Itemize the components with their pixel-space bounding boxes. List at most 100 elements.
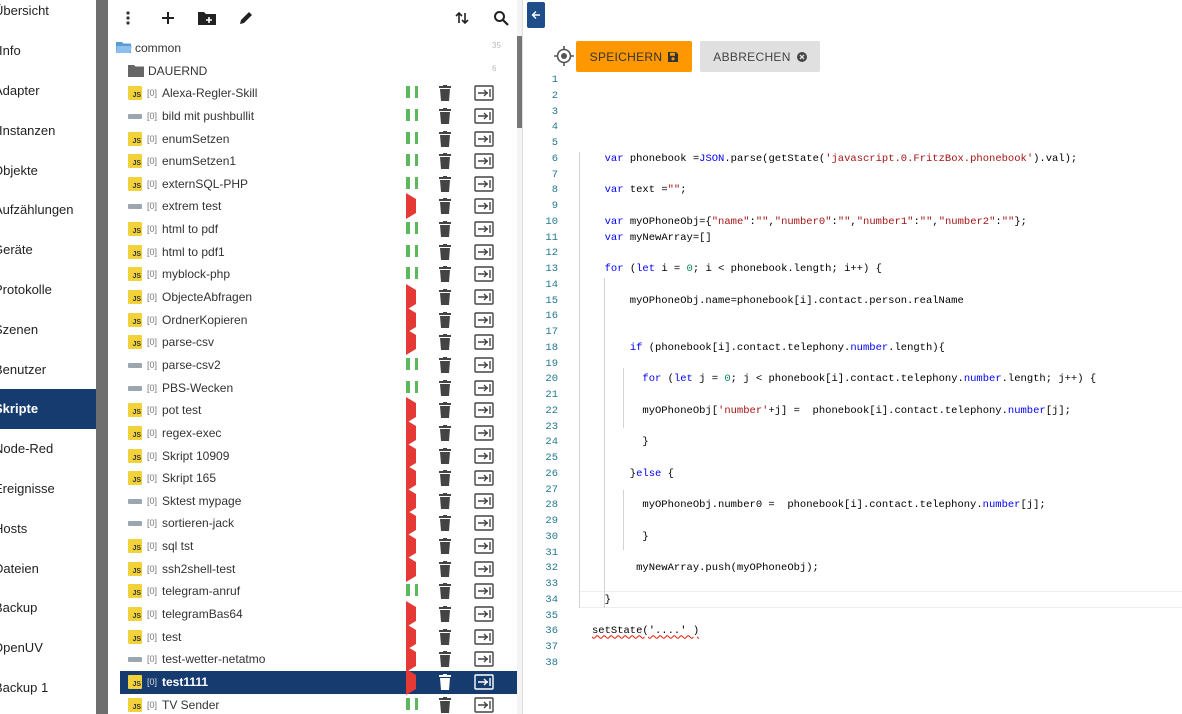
nav-item[interactable]: Adapter [0,71,96,111]
delete-icon[interactable] [438,130,452,147]
script-row[interactable]: [0] Sktest mypage [108,487,518,514]
play-icon[interactable] [406,397,418,424]
script-row[interactable]: JS [0] ssh2shell-test [108,555,518,582]
delete-icon[interactable] [438,538,452,555]
move-icon[interactable] [474,493,494,509]
play-icon[interactable] [406,555,418,582]
script-row[interactable]: JS [0] regex-exec [108,419,518,446]
nav-item[interactable]: Geräte [0,230,96,270]
move-icon[interactable] [474,130,494,147]
script-row[interactable]: JS [0] parse-csv [108,329,518,356]
pause-icon[interactable] [406,108,418,123]
script-row[interactable]: [0] PBS-Wecken [108,377,518,400]
nav-item[interactable]: Ereignisse [0,469,96,509]
move-icon[interactable] [474,515,494,532]
script-row[interactable]: JS [0] pot test [108,397,518,424]
move-icon[interactable] [474,674,494,690]
delete-icon[interactable] [438,85,452,102]
move-icon[interactable] [474,402,494,418]
delete-icon[interactable] [438,221,452,238]
more-vert-icon[interactable] [116,6,140,30]
move-icon[interactable] [474,198,494,215]
move-icon[interactable] [474,538,494,554]
script-row[interactable]: JS [0] html to pdf1 [108,241,518,264]
pause-icon[interactable] [406,86,418,100]
play-icon[interactable] [406,442,418,469]
script-row[interactable]: JS [0] enumSetzen [108,128,518,151]
move-icon[interactable] [474,606,494,622]
script-row[interactable]: JS [0] OrdnerKopieren [108,306,518,333]
play-icon[interactable] [406,510,418,537]
sort-icon[interactable] [450,6,474,30]
delete-icon[interactable] [438,696,452,713]
delete-icon[interactable] [438,492,452,509]
delete-icon[interactable] [438,651,452,668]
code-editor[interactable]: 123456 var phonebook =JSON.parse(getStat… [523,74,1182,714]
move-icon[interactable] [474,651,494,667]
delete-icon[interactable] [438,356,452,373]
nav-item[interactable]: Node-Red [0,429,96,469]
delete-icon[interactable] [438,289,452,306]
script-row[interactable]: [0] bild mit pushbullit [108,105,518,128]
pause-icon[interactable] [406,584,418,598]
delete-icon[interactable] [438,334,452,351]
script-row[interactable]: JS [0] TV Sender [108,694,518,714]
move-icon[interactable] [474,561,494,577]
script-row[interactable]: JS [0] Skript 165 [108,465,518,492]
pause-icon[interactable] [406,267,418,281]
delete-icon[interactable] [438,560,452,577]
edit-icon[interactable] [234,6,258,30]
delete-icon[interactable] [438,243,452,260]
script-row[interactable]: [0] extrem test [108,193,518,220]
add-icon[interactable] [156,6,180,30]
delete-icon[interactable] [438,424,452,441]
pause-icon[interactable] [406,697,418,712]
pause-icon[interactable] [406,380,418,395]
delete-icon[interactable] [438,198,452,215]
pause-icon[interactable] [406,131,418,146]
nav-item[interactable]: Backup [0,588,96,628]
move-icon[interactable] [474,628,494,645]
move-icon[interactable] [474,85,494,101]
move-icon[interactable] [474,221,494,237]
move-icon[interactable] [474,357,494,373]
delete-icon[interactable] [438,311,452,328]
nav-item[interactable]: Instanzen [0,110,96,150]
play-icon[interactable] [406,419,418,446]
pause-icon[interactable] [406,244,418,259]
play-icon[interactable] [406,193,418,220]
script-row[interactable]: [0] test-wetter-netatmo [108,646,518,673]
pause-icon[interactable] [406,154,418,168]
script-row[interactable]: JS [0] test [108,623,518,650]
move-icon[interactable] [474,447,494,464]
script-row[interactable]: JS [0] sql tst [108,533,518,560]
nav-item[interactable]: Hosts [0,508,96,548]
move-icon[interactable] [474,334,494,351]
delete-icon[interactable] [438,515,452,532]
pause-icon[interactable] [406,176,418,191]
play-icon[interactable] [406,668,418,695]
delete-icon[interactable] [438,583,452,600]
script-row[interactable]: JS [0] test1111 [120,668,518,695]
nav-item[interactable]: Übersicht [0,0,96,31]
delete-icon[interactable] [438,175,452,192]
move-icon[interactable] [474,108,494,124]
script-row[interactable]: [0] sortieren-jack [108,510,518,537]
nav-item[interactable]: Protokolle [0,270,96,310]
delete-icon[interactable] [438,447,452,464]
move-icon[interactable] [474,425,494,441]
nav-item[interactable]: Backup 1 [0,668,96,708]
folder-row-dauernd[interactable]: DAUERND 6 [108,60,518,83]
script-row[interactable]: JS [0] externSQL-PHP [108,173,518,196]
move-icon[interactable] [474,696,494,713]
pause-icon[interactable] [406,357,418,372]
folder-row-common[interactable]: common 35 [108,37,518,60]
script-row[interactable]: JS [0] ObjecteAbfragen [108,284,518,311]
play-icon[interactable] [406,465,418,492]
delete-icon[interactable] [438,266,452,283]
play-icon[interactable] [406,623,418,650]
delete-icon[interactable] [438,470,452,487]
play-icon[interactable] [406,646,418,673]
play-icon[interactable] [406,487,418,514]
script-row[interactable]: [0] parse-csv2 [108,354,518,377]
